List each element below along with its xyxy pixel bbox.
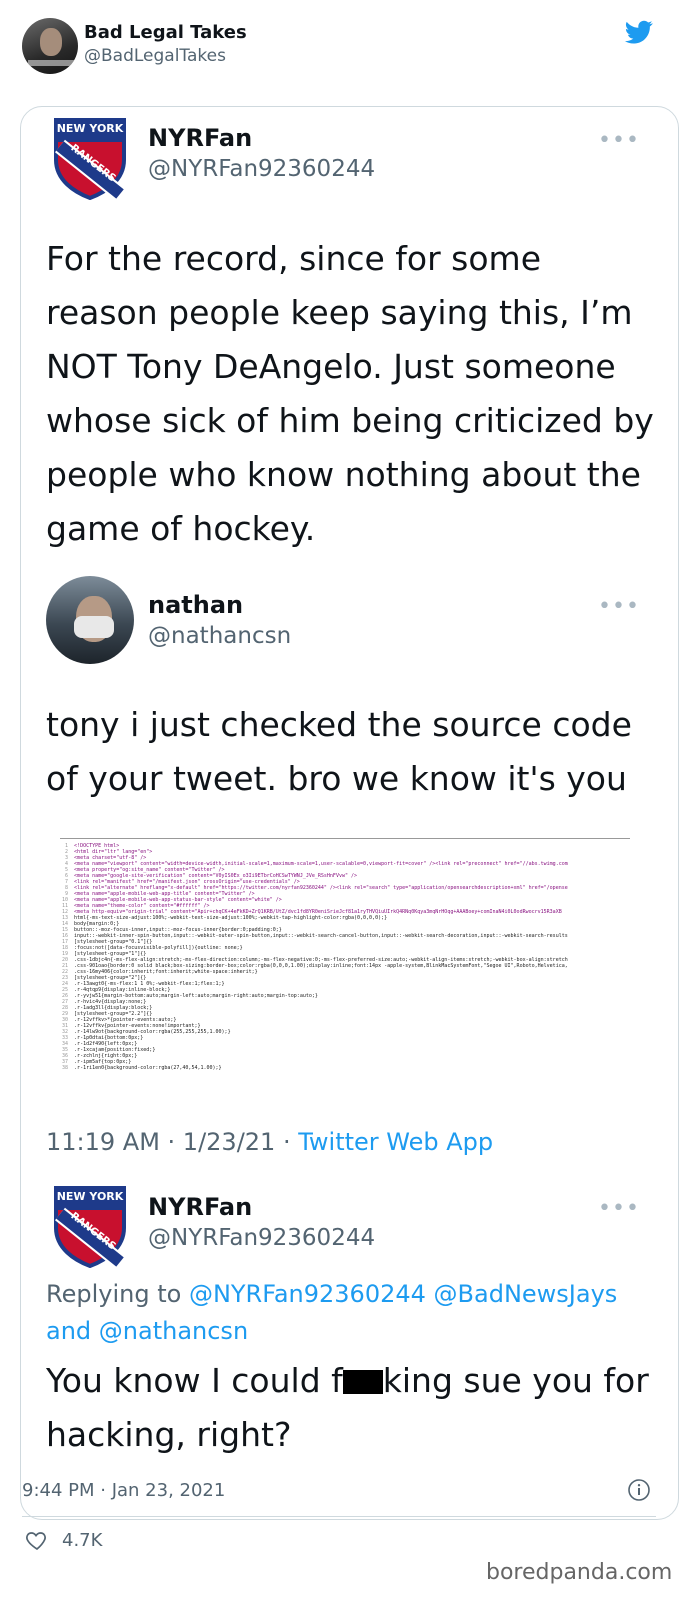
nathan-avatar[interactable] — [46, 576, 134, 664]
quoted-author-handle[interactable]: @NYRFan92360244 — [148, 156, 375, 182]
info-icon[interactable] — [627, 1478, 651, 1502]
heart-icon[interactable] — [24, 1528, 50, 1552]
author-avatar[interactable] — [22, 18, 78, 74]
text-line: game of hockey. — [46, 509, 316, 548]
text-after-censor: king sue you for — [382, 1361, 649, 1400]
censor-bar — [342, 1370, 383, 1394]
replying-to: Replying to @NYRFan92360244 @BadNewsJays… — [46, 1276, 646, 1350]
text-line: NOT Tony DeAngelo. Just someone — [46, 347, 616, 386]
source-code-lines: 1 <!DOCTYPE html> 2 <html dir="ltr" lang… — [60, 839, 630, 1071]
footer-divider — [22, 1516, 656, 1517]
logo-text-top: NEW YORK — [56, 1190, 124, 1203]
reply-author-handle[interactable]: @NYRFan92360244 — [148, 1225, 375, 1251]
like-count[interactable]: 4.7K — [62, 1530, 102, 1551]
text-line: tony i just checked the source code — [46, 705, 632, 744]
more-options-icon[interactable]: ••• — [598, 1196, 640, 1221]
author-handle[interactable]: @BadLegalTakes — [84, 46, 226, 66]
code-line: 38 .r-1ri1en0{background-color:rgba(27,4… — [62, 1065, 222, 1071]
reply-tweet-text: You know I could f king sue you for hacki… — [46, 1354, 666, 1462]
more-options-icon[interactable]: ••• — [598, 594, 640, 619]
avatar-mask — [74, 616, 114, 638]
watermark: boredpanda.com — [486, 1560, 673, 1585]
tweet-timestamp[interactable]: 11:19 AM · 1/23/21 · — [46, 1128, 298, 1156]
text-line: of your tweet. bro we know it's you — [46, 759, 627, 798]
nathan-handle[interactable]: @nathancsn — [148, 623, 291, 649]
source-code-image: 1 <!DOCTYPE html> 2 <html dir="ltr" lang… — [60, 838, 630, 1093]
quoted-author-name[interactable]: NYRFan — [148, 124, 252, 152]
nathan-tweet-text: tony i just checked the source code of y… — [46, 698, 666, 806]
text-line: hacking, right? — [46, 1415, 292, 1454]
author-name[interactable]: Bad Legal Takes — [84, 22, 247, 43]
replying-last-handle[interactable]: @nathancsn — [99, 1317, 248, 1345]
avatar-face — [40, 28, 62, 56]
replying-prefix: Replying to — [46, 1280, 189, 1308]
text-line: reason people keep saying this, I’m — [46, 293, 633, 332]
text-line: You know I could f king sue you for — [46, 1354, 666, 1408]
rangers-logo-avatar[interactable]: NEW YORK RANGERS — [50, 1180, 130, 1269]
text-line: people who know nothing about the — [46, 455, 641, 494]
more-options-icon[interactable]: ••• — [598, 128, 640, 153]
nathan-tweet-meta: 11:19 AM · 1/23/21 · Twitter Web App — [46, 1128, 493, 1156]
twitter-bird-icon[interactable] — [623, 18, 655, 46]
text-line: For the record, since for some — [46, 239, 541, 278]
tweet-date[interactable]: 9:44 PM · Jan 23, 2021 — [22, 1480, 225, 1501]
reply-author-name[interactable]: NYRFan — [148, 1193, 252, 1221]
logo-text-top: NEW YORK — [56, 122, 124, 135]
text-before-censor: You know I could f — [46, 1361, 343, 1400]
quoted-tweet-text: For the record, since for some reason pe… — [46, 232, 666, 556]
replying-handles[interactable]: @NYRFan92360244 @BadNewsJays — [189, 1280, 617, 1308]
replying-and: and — [46, 1317, 99, 1345]
rangers-logo-avatar[interactable]: NEW YORK RANGERS — [50, 112, 130, 201]
text-line: whose sick of him being criticized by — [46, 401, 654, 440]
nathan-name[interactable]: nathan — [148, 591, 243, 619]
avatar-caption — [28, 60, 74, 66]
tweet-source-link[interactable]: Twitter Web App — [298, 1128, 493, 1156]
